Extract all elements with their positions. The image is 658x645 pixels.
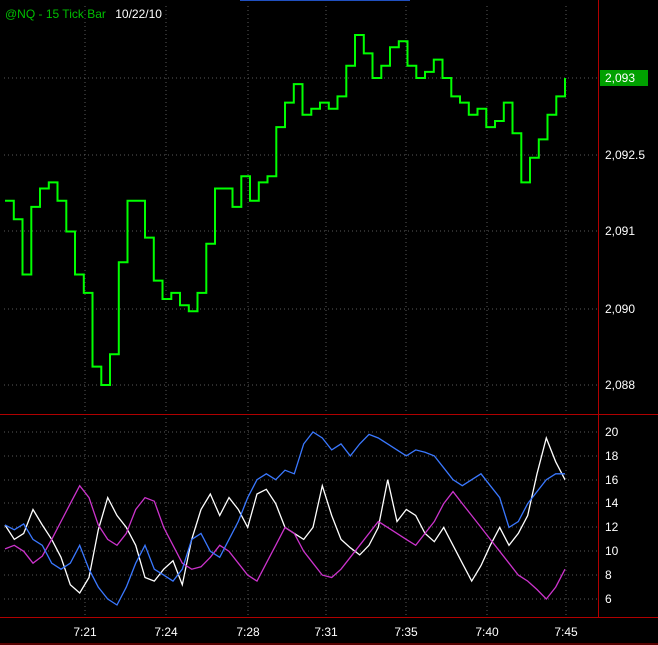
x-tick-label: 7:28 bbox=[236, 625, 260, 639]
indicator-y-tick-label: 12 bbox=[605, 520, 619, 534]
chart-header: @NQ - 15 Tick Bar 10/22/10 bbox=[5, 7, 162, 21]
indicator-y-tick-label: 10 bbox=[605, 544, 619, 558]
indicator-y-tick-label: 14 bbox=[605, 496, 619, 510]
indicator-y-tick-label: 20 bbox=[605, 425, 619, 439]
date-label: 10/22/10 bbox=[115, 7, 162, 21]
x-tick-label: 7:31 bbox=[314, 625, 338, 639]
x-tick-label: 7:35 bbox=[394, 625, 418, 639]
chart-window: 2,0932,092.52,0912,0902,0882,09320181614… bbox=[0, 0, 658, 645]
x-tick-label: 7:21 bbox=[73, 625, 97, 639]
x-tick-label: 7:40 bbox=[475, 625, 499, 639]
price-y-tick-label: 2,091 bbox=[605, 224, 635, 238]
current-price-label: 2,093 bbox=[605, 71, 635, 85]
indicator-series-line-3 bbox=[4, 431, 565, 606]
indicator-y-tick-label: 18 bbox=[605, 449, 619, 463]
price-y-tick-label: 2,088 bbox=[605, 378, 635, 392]
indicator-y-tick-label: 8 bbox=[605, 568, 612, 582]
x-tick-label: 7:24 bbox=[154, 625, 178, 639]
price-plot bbox=[5, 34, 566, 386]
price-y-tick-label: 2,092.5 bbox=[605, 148, 645, 162]
chart-canvas: 2,0932,092.52,0912,0902,0882,09320181614… bbox=[0, 0, 658, 645]
symbol-label: @NQ - 15 Tick Bar bbox=[5, 7, 106, 21]
price-y-tick-label: 2,090 bbox=[605, 302, 635, 316]
indicator-y-tick-label: 16 bbox=[605, 473, 619, 487]
indicator-y-tick-label: 6 bbox=[605, 592, 612, 606]
indicator-plot bbox=[4, 431, 566, 606]
price-series-line bbox=[5, 34, 566, 386]
x-tick-label: 7:45 bbox=[554, 625, 578, 639]
